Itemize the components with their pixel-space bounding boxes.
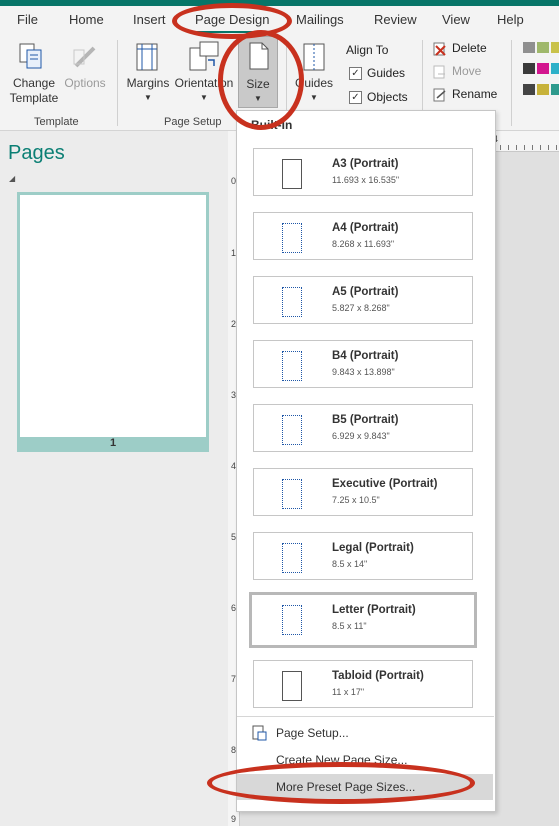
tab-home[interactable]: Home (69, 12, 104, 27)
page-size-icon (282, 415, 302, 445)
size-option-legal[interactable]: Legal (Portrait) 8.5 x 14" (253, 532, 473, 580)
group-separator (511, 40, 512, 126)
move-label: Move (452, 64, 482, 78)
rename-icon (433, 88, 446, 102)
margins-label: Margins (126, 76, 170, 90)
template-group-label: Template (34, 116, 79, 128)
highlight-ellipse (218, 30, 304, 130)
delete-button[interactable]: Delete (433, 41, 503, 59)
page-size-icon (282, 543, 302, 573)
size-option-a3[interactable]: A3 (Portrait) 11.693 x 16.535" (253, 148, 473, 196)
options-label: Options (64, 76, 106, 90)
size-option-dimensions: 7.25 x 10.5" (332, 495, 380, 505)
size-option-name: Legal (Portrait) (332, 542, 414, 554)
size-option-name: Tabloid (Portrait) (332, 670, 424, 682)
tab-view[interactable]: View (442, 12, 470, 27)
page-setup-icon (252, 725, 267, 741)
margins-icon (136, 43, 158, 71)
objects-check-label: Objects (367, 90, 408, 104)
tab-file[interactable]: File (17, 12, 38, 27)
size-option-a5[interactable]: A5 (Portrait) 5.827 x 8.268" (253, 276, 473, 324)
size-option-executive[interactable]: Executive (Portrait) 7.25 x 10.5" (253, 468, 473, 516)
page-size-icon (282, 287, 302, 317)
orientation-icon (189, 41, 219, 71)
page-size-icon (282, 159, 302, 189)
tab-review[interactable]: Review (374, 12, 417, 27)
size-option-a4[interactable]: A4 (Portrait) 8.268 x 11.693" (253, 212, 473, 260)
size-option-letter[interactable]: Letter (Portrait) 8.5 x 11" (249, 592, 477, 648)
delete-label: Delete (452, 41, 487, 55)
size-option-dimensions: 8.268 x 11.693" (332, 239, 395, 249)
options-button[interactable]: Options (60, 36, 110, 116)
pencil-options-icon (73, 46, 96, 68)
page-size-icon (282, 479, 302, 509)
guides-check-label: Guides (367, 66, 406, 80)
objects-checkbox[interactable]: ✓ (349, 91, 362, 104)
size-option-dimensions: 8.5 x 11" (332, 621, 367, 631)
delete-icon (433, 42, 446, 56)
size-option-b5[interactable]: B5 (Portrait) 6.929 x 9.843" (253, 404, 473, 452)
size-option-name: Letter (Portrait) (332, 604, 416, 616)
page-size-icon (282, 223, 302, 253)
collapse-triangle-icon[interactable]: ◢ (9, 174, 15, 183)
page-setup-group-label: Page Setup (164, 116, 222, 128)
rename-label: Rename (452, 87, 498, 101)
size-option-dimensions: 11.693 x 16.535" (332, 175, 400, 185)
size-option-name: A5 (Portrait) (332, 286, 399, 298)
group-separator (117, 40, 118, 126)
size-option-b4[interactable]: B4 (Portrait) 9.843 x 13.898" (253, 340, 473, 388)
color-scheme-swatches[interactable] (521, 42, 559, 102)
tab-mailings[interactable]: Mailings (296, 12, 344, 27)
page-thumbnail-number: 1 (109, 437, 117, 449)
chevron-down-icon: ▼ (144, 93, 152, 102)
change-template-label: Change Template (9, 76, 59, 105)
rename-button[interactable]: Rename (433, 87, 503, 105)
pages-pane-title: Pages (8, 142, 65, 164)
page-setup-menu-item[interactable]: Page Setup... (237, 722, 493, 746)
size-option-name: A3 (Portrait) (332, 158, 399, 170)
change-template-button[interactable]: Change Template (0, 36, 60, 116)
move-icon (433, 65, 445, 79)
ruler-mark: 9 (231, 814, 237, 824)
margins-button[interactable]: Margins ▼ (123, 36, 173, 108)
tab-insert[interactable]: Insert (133, 12, 166, 27)
size-option-dimensions: 6.929 x 9.843" (332, 431, 390, 441)
ruler-ticks (500, 145, 559, 150)
guides-checkbox[interactable]: ✓ (349, 67, 362, 80)
menu-divider (237, 716, 494, 717)
size-option-name: B5 (Portrait) (332, 414, 399, 426)
size-option-dimensions: 11 x 17" (332, 687, 365, 697)
align-to-label: Align To (346, 43, 389, 57)
tab-help[interactable]: Help (497, 12, 524, 27)
size-option-name: B4 (Portrait) (332, 350, 399, 362)
size-option-dimensions: 8.5 x 14" (332, 559, 368, 569)
page-size-icon (282, 671, 302, 701)
change-template-icon (19, 43, 42, 69)
page-setup-label: Page Setup... (276, 726, 349, 740)
page-size-icon (282, 351, 302, 381)
move-button[interactable]: Move (433, 64, 503, 82)
size-option-dimensions: 5.827 x 8.268" (332, 303, 390, 313)
guides-icon (303, 43, 325, 71)
size-option-name: A4 (Portrait) (332, 222, 399, 234)
size-option-tabloid[interactable]: Tabloid (Portrait) 11 x 17" (253, 660, 473, 708)
highlight-ellipse (207, 762, 475, 804)
size-option-dimensions: 9.843 x 13.898" (332, 367, 395, 377)
page-size-icon (282, 605, 302, 635)
size-option-name: Executive (Portrait) (332, 478, 438, 490)
page-thumbnail-canvas (20, 195, 206, 437)
